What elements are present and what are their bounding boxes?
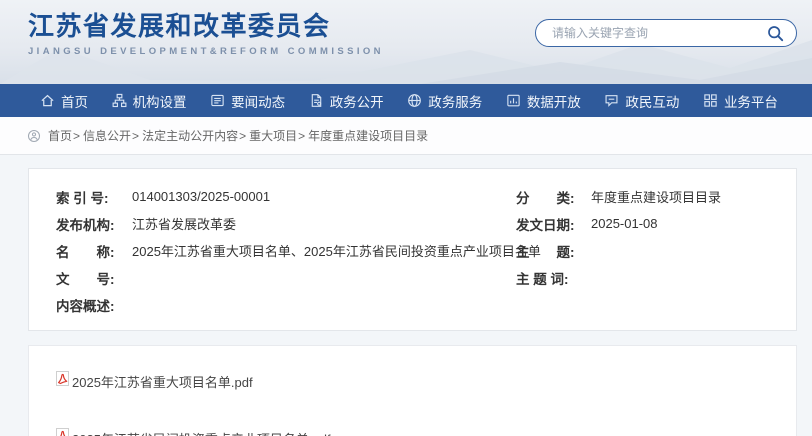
meta-value: 年度重点建设项目目录 [591,187,721,206]
nav-item-label: 业务平台 [724,91,778,111]
nav-item-data[interactable]: 数据开放 [506,91,581,111]
meta-value: 014001303/2025-00001 [132,189,270,204]
nav-item-label: 政务服务 [428,91,482,111]
breadcrumb-separator: > [239,129,246,143]
disclosure-icon [309,93,324,108]
breadcrumb: 首页> 信息公开> 法定主动公开内容> 重大项目> 年度重点建设项目目录 [0,117,812,155]
search-icon[interactable] [766,24,784,42]
nav-item-services[interactable]: 政务服务 [407,91,482,111]
breadcrumb-item-home[interactable]: 首页 [48,127,72,144]
meta-cell-document-number: 文 号: [56,268,516,288]
document-meta-card: 索 引 号: 014001303/2025-00001 分 类: 年度重点建设项… [28,168,797,331]
nav-item-label: 政民互动 [625,91,679,111]
nav-item-label: 首页 [61,91,88,111]
meta-label: 名 称: [56,241,132,261]
site-title: 江苏省发展和改革委员会 [28,11,384,41]
meta-row: 名 称: 2025年江苏省重大项目名单、2025年江苏省民间投资重点产业项目名单… [56,237,796,264]
nav-item-label: 政务公开 [330,91,384,111]
attachment-row: 2025年江苏省民间投资重点产业项目名单.pdf [56,428,796,436]
meta-label: 内容概述: [56,295,132,315]
pdf-icon [56,428,69,436]
nav-item-platform[interactable]: 业务平台 [703,91,778,111]
meta-cell-index-number: 索 引 号: 014001303/2025-00001 [56,187,516,207]
main-content: 索 引 号: 014001303/2025-00001 分 类: 年度重点建设项… [0,155,812,436]
meta-value: 江苏省发展改革委 [132,214,236,233]
nav-item-disclosure[interactable]: 政务公开 [309,91,384,111]
attachment-row: 2025年江苏省重大项目名单.pdf [56,371,796,391]
meta-label: 分 类: [516,187,591,207]
home-icon [40,93,55,108]
breadcrumb-item-current[interactable]: 年度重点建设项目目录 [308,127,428,144]
nav-item-org[interactable]: 机构设置 [112,91,187,111]
breadcrumb-item-info-disclosure[interactable]: 信息公开 [83,127,131,144]
attachment-link-major-projects[interactable]: 2025年江苏省重大项目名单.pdf [72,372,253,391]
main-nav: 首页 机构设置 要闻动态 政务公开 政务服务 数据开放 政民互动 [0,84,812,117]
meta-cell-title: 名 称: 2025年江苏省重大项目名单、2025年江苏省民间投资重点产业项目名单 [56,241,516,261]
attachment-link-private-investment[interactable]: 2025年江苏省民间投资重点产业项目名单.pdf [72,429,331,436]
grid-icon [703,93,718,108]
breadcrumb-separator: > [298,129,305,143]
meta-label: 主 题 词: [516,268,591,288]
breadcrumb-separator: > [73,129,80,143]
meta-label: 发布机构: [56,214,132,234]
site-header: 江苏省发展和改革委员会 JIANGSU DEVELOPMENT&REFORM C… [0,0,812,84]
meta-value: 2025年江苏省重大项目名单、2025年江苏省民间投资重点产业项目名单 [132,241,541,260]
site-brand: 江苏省发展和改革委员会 JIANGSU DEVELOPMENT&REFORM C… [28,11,384,57]
breadcrumb-item-statutory-content[interactable]: 法定主动公开内容 [142,127,238,144]
globe-icon [407,93,422,108]
meta-cell-keywords: 主 题 词: [516,268,796,288]
meta-label: 主 题: [516,241,591,261]
attachments-card: 2025年江苏省重大项目名单.pdf 2025年江苏省民间投资重点产业项目名单.… [28,345,797,436]
meta-cell-issue-date: 发文日期: 2025-01-08 [516,214,796,234]
pdf-icon [56,371,69,391]
meta-cell-subject: 主 题 词: 主 题: [516,241,796,261]
org-icon [112,93,127,108]
site-subtitle: JIANGSU DEVELOPMENT&REFORM COMMISSION [28,46,384,57]
nav-item-news[interactable]: 要闻动态 [210,91,285,111]
meta-label: 索 引 号: [56,187,132,207]
chat-icon [604,93,619,108]
meta-cell-issuing-agency: 发布机构: 江苏省发展改革委 [56,214,516,234]
nav-item-label: 数据开放 [527,91,581,111]
location-icon [27,129,41,143]
nav-item-home[interactable]: 首页 [40,91,88,111]
meta-row: 内容概述: [56,291,796,318]
nav-item-label: 机构设置 [133,91,187,111]
data-icon [506,93,521,108]
nav-item-label: 要闻动态 [231,91,285,111]
meta-label: 发文日期: [516,214,591,234]
breadcrumb-item-major-projects[interactable]: 重大项目 [249,127,297,144]
breadcrumb-separator: > [132,129,139,143]
search-box[interactable] [535,19,797,47]
meta-cell-summary: 内容概述: [56,295,516,315]
meta-row: 索 引 号: 014001303/2025-00001 分 类: 年度重点建设项… [56,183,796,210]
meta-value: 2025-01-08 [591,216,658,231]
meta-row: 文 号: 主 题 词: [56,264,796,291]
nav-item-interaction[interactable]: 政民互动 [604,91,679,111]
meta-cell-category: 分 类: 年度重点建设项目目录 [516,187,796,207]
meta-row: 发布机构: 江苏省发展改革委 发文日期: 2025-01-08 [56,210,796,237]
search-input[interactable] [552,26,766,40]
meta-label: 文 号: [56,268,132,288]
news-icon [210,93,225,108]
